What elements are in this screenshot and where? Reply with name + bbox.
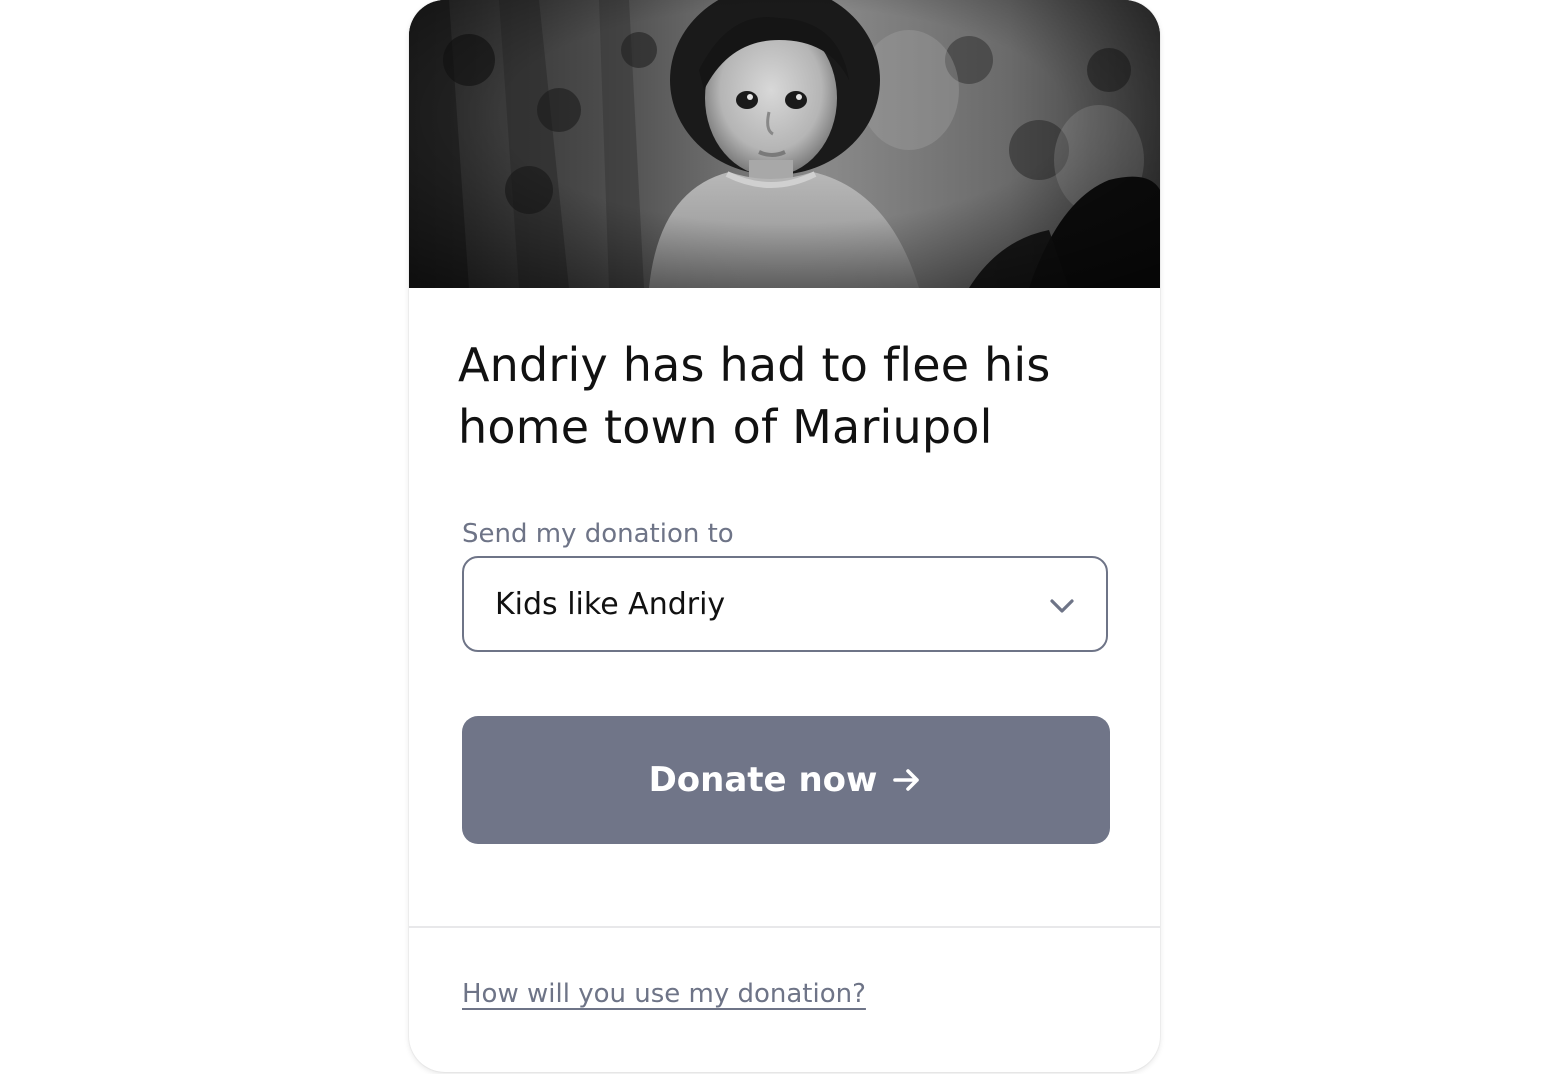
hero-photo — [409, 0, 1160, 288]
donation-usage-link[interactable]: How will you use my donation? — [462, 976, 866, 1012]
donation-target-value: Kids like Andriy — [495, 587, 726, 622]
chevron-down-icon — [1050, 599, 1074, 613]
donate-now-button[interactable]: Donate now — [462, 716, 1110, 844]
donation-card: Andriy has had to flee his home town of … — [409, 0, 1160, 1072]
arrow-right-icon — [893, 769, 920, 791]
donation-target-select[interactable]: Kids like Andriy — [462, 556, 1108, 652]
donation-select-label: Send my donation to — [462, 519, 734, 549]
donate-now-label: Donate now — [648, 760, 878, 800]
divider — [409, 926, 1160, 928]
headline: Andriy has had to flee his home town of … — [458, 338, 1051, 454]
page: Andriy has had to flee his home town of … — [0, 0, 1568, 1074]
